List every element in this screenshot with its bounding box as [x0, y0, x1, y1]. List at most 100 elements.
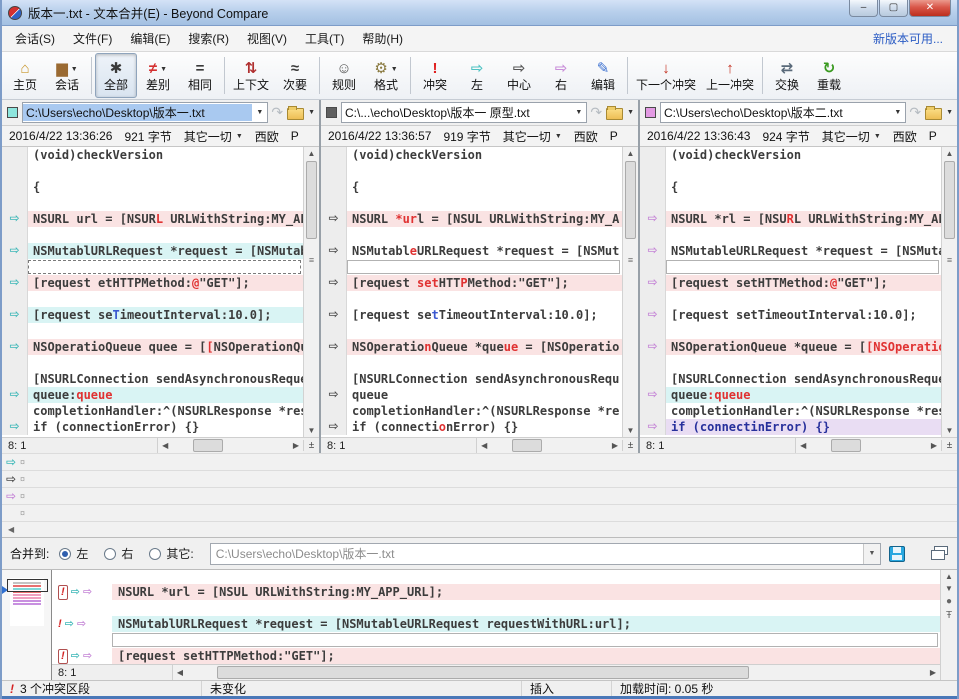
folder-dropdown-icon[interactable]: ▼	[308, 109, 315, 116]
toolbar-take-right-button[interactable]: ⇨右	[540, 53, 582, 98]
toolbar-same-button[interactable]: =相同	[179, 53, 221, 98]
code-line[interactable]	[321, 195, 622, 211]
code-line[interactable]	[321, 291, 622, 307]
merge-target-radio-右[interactable]: 右	[104, 545, 133, 562]
scroll-up-icon[interactable]: ▲	[945, 572, 953, 581]
scroll-down-icon[interactable]: ▼	[945, 584, 953, 593]
scroll-up-icon[interactable]: ▲	[304, 149, 319, 158]
code-line[interactable]: ⇨[request etHTTPMethod:@"GET"];	[2, 275, 303, 291]
code-line[interactable]: ⇨NSMutablURLRequest *request = [NSMutab	[2, 243, 303, 259]
horizontal-scrollbar[interactable]: ◀▶	[476, 438, 622, 453]
toolbar-next-conflict-button[interactable]: ↓下一个冲突	[631, 53, 701, 98]
dropdown-arrow-icon[interactable]: ▼	[160, 66, 167, 73]
browse-folder-icon[interactable]	[287, 108, 304, 120]
merge-arrow-icon[interactable]: ⇨	[9, 387, 19, 401]
code-line[interactable]: ⇨NSMutableURLRequest *request = [NSMuta	[640, 243, 941, 259]
output-line[interactable]: !⇨⇨NSMutablURLRequest *request = [NSMuta…	[52, 616, 940, 632]
code-line[interactable]	[2, 227, 303, 243]
merge-output-lines[interactable]: !⇨⇨NSURL *url = [NSUL URLWithString:MY_A…	[52, 570, 940, 664]
code-line[interactable]	[321, 259, 622, 275]
menu-item[interactable]: 会话(S)	[6, 27, 64, 51]
merge-arrow-icon[interactable]: ⇨	[9, 339, 19, 353]
maximize-button[interactable]: ▢	[879, 0, 908, 17]
toolbar-swap-button[interactable]: ⇄交换	[766, 53, 808, 98]
center-mark-icon[interactable]: ●	[946, 596, 952, 607]
revert-arrow-icon[interactable]: ↷	[909, 104, 921, 121]
output-vertical-scrollbar[interactable]: ▲▼●Ŧ	[940, 570, 957, 680]
code-line[interactable]	[2, 355, 303, 371]
menu-item[interactable]: 搜索(R)	[179, 27, 238, 51]
menu-item[interactable]: 帮助(H)	[353, 27, 412, 51]
scroll-left-icon[interactable]: ◀	[158, 441, 172, 450]
conflict-icon[interactable]: !	[58, 649, 68, 664]
mode-dropdown-icon[interactable]: ▼	[236, 133, 243, 140]
merge-arrow-icon[interactable]: ⇨	[328, 275, 338, 289]
code-line[interactable]: ⇨if (connectinError) {}	[640, 419, 941, 435]
code-line[interactable]: [NSURLConnection sendAsynchronousReque	[640, 371, 941, 387]
folder-dropdown-icon[interactable]: ▼	[946, 109, 953, 116]
merge-output-path-combobox[interactable]: C:\Users\echo\Desktop\版本一.txt ▼	[210, 543, 881, 565]
code-line[interactable]: ⇨NSOperatioQueue quee = [[NSOperationQu	[2, 339, 303, 355]
code-line[interactable]: ⇨NSURL *url = [NSUL URLWithString:MY_A	[321, 211, 622, 227]
conflict-icon[interactable]: !	[58, 585, 68, 600]
dropdown-arrow-icon[interactable]: ▼	[391, 66, 398, 73]
merge-arrow-icon[interactable]: ⇨	[647, 211, 657, 225]
code-line[interactable]	[2, 195, 303, 211]
merge-target-radio-其它:[interactable]: 其它:	[149, 545, 193, 562]
take-right-arrow-icon[interactable]: ⇨	[83, 650, 92, 663]
merge-arrow-icon[interactable]: ⇨	[9, 211, 19, 225]
code-line[interactable]: ⇨queue	[321, 387, 622, 403]
view-mode[interactable]: 其它一切	[503, 128, 551, 145]
code-line[interactable]: completionHandler:^(NSURLResponse *res	[640, 403, 941, 419]
merge-arrow-icon[interactable]: ⇨	[647, 387, 657, 401]
output-line[interactable]	[52, 570, 940, 584]
file-path-combobox[interactable]: C:\Users\echo\Desktop\版本一.txt▼	[22, 102, 268, 123]
code-line[interactable]: ⇨NSOperationQueue *queue = [[NSOperatio	[640, 339, 941, 355]
code-line[interactable]: ⇨queue:queue	[2, 387, 303, 403]
toolbar-minor-button[interactable]: ≈次要	[274, 53, 316, 98]
radio-icon[interactable]	[149, 548, 161, 560]
collapsed-row[interactable]: ⇨¤	[2, 453, 957, 470]
toolbar-edit-button[interactable]: ✎编辑	[582, 53, 624, 98]
output-horizontal-scrollbar[interactable]: ◀ ▶	[172, 665, 940, 680]
radio-icon[interactable]	[59, 548, 71, 560]
code-line[interactable]: {	[640, 179, 941, 195]
scroll-right-icon[interactable]: ▶	[289, 441, 303, 450]
minimap[interactable]	[2, 570, 52, 680]
code-line[interactable]	[640, 259, 941, 275]
unfold-icon[interactable]: ±	[622, 440, 638, 451]
scroll-left-icon[interactable]: ◀	[477, 441, 491, 450]
file-path-combobox[interactable]: C:\...\echo\Desktop\版本一 原型.txt▼	[341, 102, 587, 123]
toolbar-format-button[interactable]: ⚙▼格式	[365, 53, 407, 98]
scroll-up-icon[interactable]: ▲	[623, 149, 638, 158]
merge-arrow-icon[interactable]: ⇨	[647, 339, 657, 353]
code-line[interactable]: ⇨if (connectionError) {}	[321, 419, 622, 435]
unfold-icon[interactable]: ±	[303, 440, 319, 451]
browse-folder-icon[interactable]	[606, 108, 623, 120]
merge-arrow-icon[interactable]: ⇨	[328, 211, 338, 225]
code-line[interactable]	[2, 259, 303, 275]
merge-arrow-icon[interactable]: ⇨	[328, 387, 338, 401]
take-right-arrow-icon[interactable]: ⇨	[77, 618, 86, 631]
code-line[interactable]: (void)checkVersion	[321, 147, 622, 163]
output-line[interactable]: !⇨⇨NSURL *url = [NSUL URLWithString:MY_A…	[52, 584, 940, 600]
merge-arrow-icon[interactable]: ⇨	[9, 419, 19, 433]
collapsed-row[interactable]: ¤	[2, 504, 957, 521]
toolbar-take-left-button[interactable]: ⇨左	[456, 53, 498, 98]
toolbar-reload-button[interactable]: ↻重载	[808, 53, 850, 98]
toolbar-home-button[interactable]: ⌂主页	[4, 53, 46, 98]
mode-dropdown-icon[interactable]: ▼	[874, 133, 881, 140]
merge-arrow-icon[interactable]: ⇨	[9, 243, 19, 257]
code-line[interactable]	[2, 323, 303, 339]
view-mode[interactable]: 其它一切	[822, 128, 870, 145]
merge-arrow-icon[interactable]: ⇨	[647, 243, 657, 257]
scroll-down-icon[interactable]: ▼	[942, 426, 957, 435]
radio-icon[interactable]	[104, 548, 116, 560]
output-line[interactable]: !⇨⇨[request setHTTPMethod:"GET"];	[52, 648, 940, 664]
code-line[interactable]	[321, 323, 622, 339]
menu-item[interactable]: 工具(T)	[296, 27, 353, 51]
code-line[interactable]	[2, 291, 303, 307]
collapsed-row[interactable]: ⇨¤	[2, 470, 957, 487]
code-line[interactable]: (void)checkVersion	[640, 147, 941, 163]
close-button[interactable]: ✕	[909, 0, 951, 17]
